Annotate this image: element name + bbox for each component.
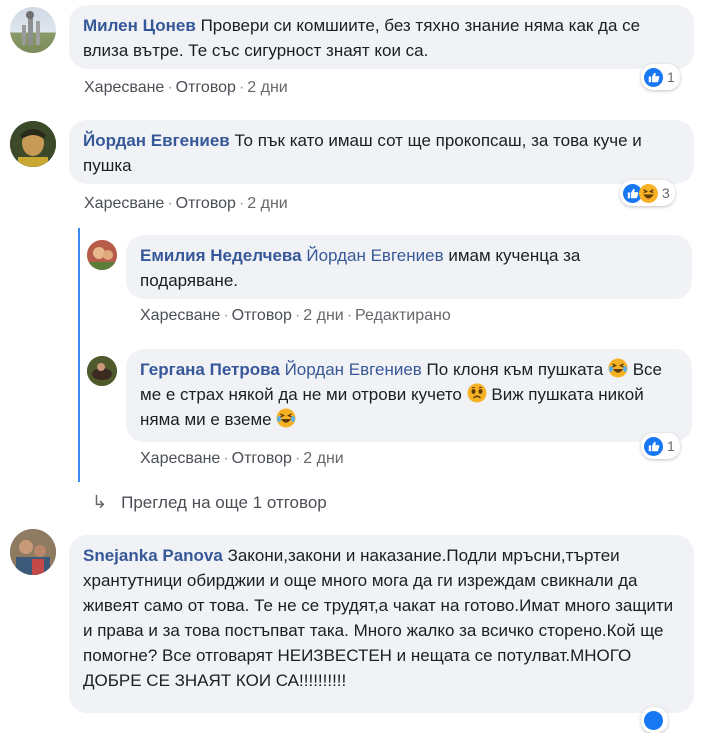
reply-time[interactable]: 2 дни [303,307,343,324]
like-reaction-icon [644,436,663,456]
reply-button[interactable]: Отговор [176,195,236,212]
laughing-crying-emoji-icon [608,358,628,378]
like-reaction-icon [644,710,663,730]
reply-author[interactable]: Емилия Неделчева [140,246,302,265]
reaction-summary[interactable]: 1 [641,433,680,459]
avatar-photo-icon [10,529,56,575]
view-more-replies-label: Преглед на още 1 отговор [121,493,327,512]
like-button[interactable]: Харесване [84,79,164,96]
reply-button[interactable]: Отговор [176,79,236,96]
avatar[interactable] [87,356,117,386]
reply-button[interactable]: Отговор [232,450,292,467]
reply-bubble: Гергана Петрова Йордан Евгениев По клоня… [126,349,692,442]
comment-author[interactable]: Snejanka Panova [83,546,223,565]
reply-actions: Харесване · Отговор · 2 дни [140,450,344,467]
view-more-replies-link[interactable]: ↳ Преглед на още 1 отговор [92,492,327,513]
reply-arrow-icon: ↳ [92,492,108,512]
like-button[interactable]: Харесване [140,307,220,324]
reaction-summary[interactable]: 1 [641,64,680,90]
reply-bubble: Емилия Неделчева Йордан Евгениев имам ку… [126,235,692,299]
avatar-photo-icon [87,356,117,386]
comment-bubble: Йордан Евгениев То пък като имаш сот ще … [69,120,694,184]
reply-text-part: По клоня към пушката [426,360,604,379]
avatar[interactable] [87,240,117,270]
comment-text: Закони,закони и наказание.Подли мръсни,т… [83,546,674,690]
reply-time[interactable]: 2 дни [303,450,343,467]
reaction-count: 1 [667,438,675,454]
comment-author[interactable]: Милен Цонев [83,16,196,35]
comment-time[interactable]: 2 дни [247,79,287,96]
reply-button[interactable]: Отговор [232,307,292,324]
comment-actions: Харесване · Отговор · 2 дни [84,79,288,96]
comment-bubble: Snejanka Panova Закони,закони и наказани… [69,535,694,713]
reaction-summary[interactable]: 3 [620,180,675,206]
reply-author[interactable]: Гергана Петрова [140,360,280,379]
comment-time[interactable]: 2 дни [247,195,287,212]
avatar[interactable] [10,529,56,575]
haha-reaction-icon [639,183,658,203]
avatar[interactable] [10,7,56,53]
comment-actions: Харесване · Отговор · 2 дни [84,195,288,212]
edited-label[interactable]: Редактирано [355,307,451,324]
reply-actions: Харесване · Отговор · 2 дни · Редактирано [140,307,451,324]
avatar-photo-icon [87,240,117,270]
reaction-count: 1 [667,69,675,85]
reaction-summary[interactable] [641,707,668,733]
comment-author[interactable]: Йордан Евгениев [83,131,230,150]
like-reaction-icon [644,67,663,87]
crying-emoji-icon [467,383,487,403]
laughing-crying-emoji-icon [276,408,296,428]
reply-thread-line [78,228,80,482]
mention-link[interactable]: Йордан Евгениев [285,360,422,379]
comment-bubble: Милен Цонев Провери си комшиите, без тях… [69,5,694,69]
avatar[interactable] [10,121,56,167]
like-button[interactable]: Харесване [140,450,220,467]
mention-link[interactable]: Йордан Евгениев [306,246,443,265]
avatar-photo-icon [10,121,56,167]
reaction-count: 3 [662,185,670,201]
avatar-photo-icon [22,11,40,45]
like-button[interactable]: Харесване [84,195,164,212]
